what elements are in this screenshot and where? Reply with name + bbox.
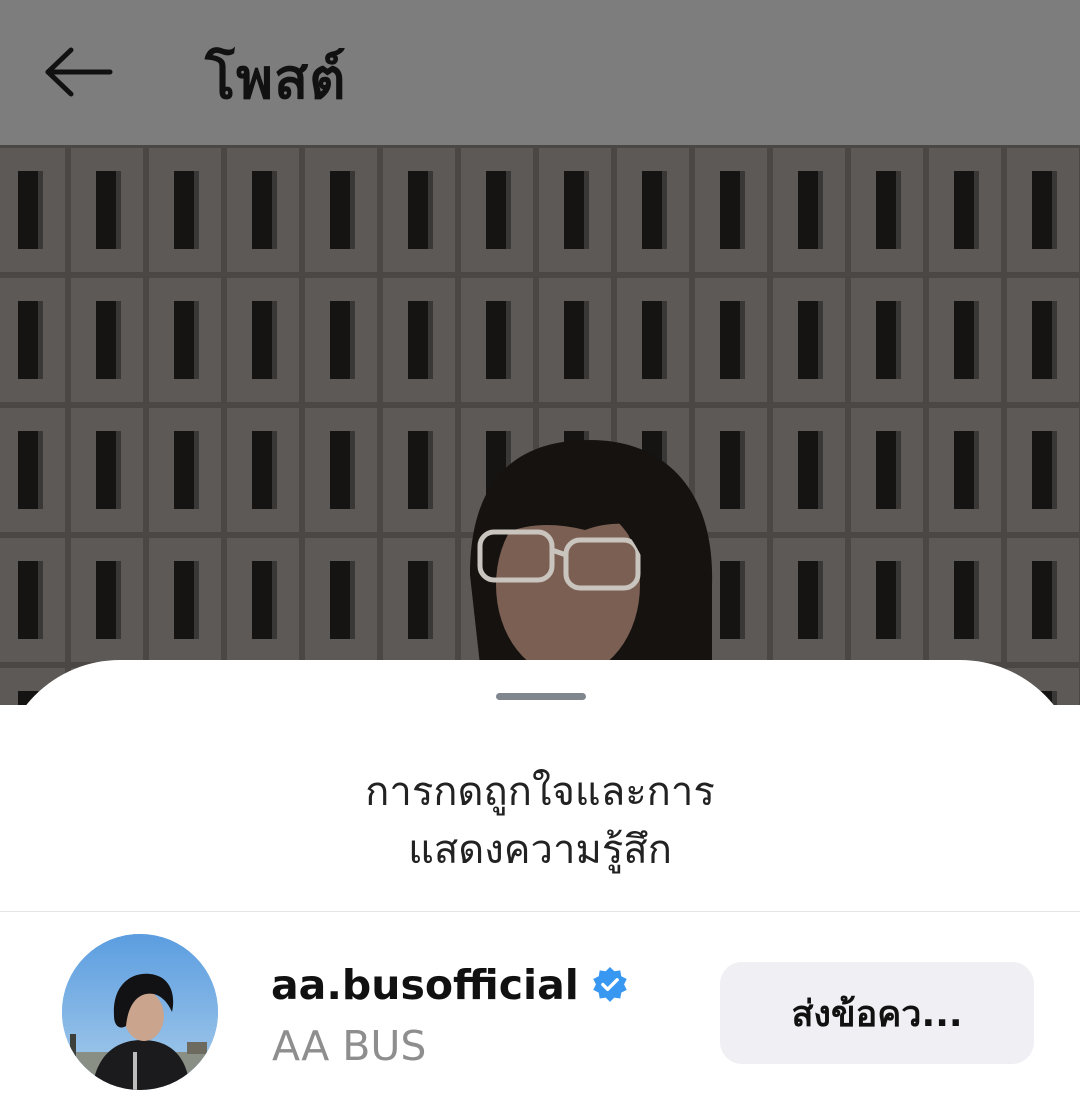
top-bar: โพสต์ [0,0,1080,145]
list-item: aa.busofficial AA BUS ส่งข้อคว... [0,932,1080,1092]
sheet-title: การกดถูกใจและการ แสดงความรู้สึก [0,763,1080,879]
sheet-grabber[interactable] [496,693,586,700]
username[interactable]: aa.busofficial [271,961,579,1009]
reactions-sheet: การกดถูกใจและการ แสดงความรู้สึก aa.busof… [0,660,1080,1107]
arrow-left-icon[interactable] [44,46,114,98]
sheet-title-line2: แสดงความรู้สึก [408,827,672,873]
full-name: AA BUS [272,1022,427,1070]
divider [0,911,1080,912]
page-title: โพสต์ [205,47,347,112]
username-line[interactable]: aa.busofficial [271,960,629,1010]
send-message-button[interactable]: ส่งข้อคว... [720,962,1034,1064]
post-image [0,145,1080,705]
sheet-title-line1: การกดถูกใจและการ [365,769,715,815]
avatar[interactable] [62,934,218,1090]
verified-badge-icon [593,966,627,1002]
